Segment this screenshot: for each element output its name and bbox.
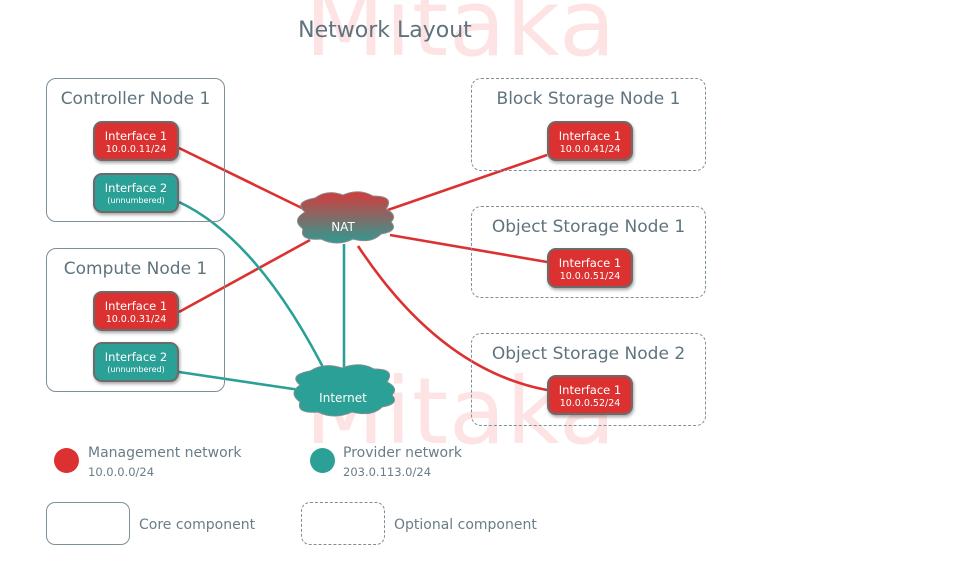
node-title: Object Storage Node 1 — [491, 217, 686, 237]
interface-name: Interface 1 — [104, 129, 168, 143]
object-storage-1-interface-1: Interface 1 10.0.0.51/24 — [547, 248, 633, 288]
controller-interface-1: Interface 1 10.0.0.11/24 — [93, 121, 179, 161]
network-layout-diagram: Mitaka Mitaka Network Layout NAT Interne… — [0, 0, 957, 562]
provider-network-swatch — [310, 448, 335, 473]
compute-interface-1: Interface 1 10.0.0.31/24 — [93, 291, 179, 331]
legend-core-label: Core component — [139, 517, 256, 533]
internet-label: Internet — [319, 391, 367, 405]
legend-provider-subnet: 203.0.113.0/24 — [343, 465, 432, 479]
nat-label: NAT — [331, 220, 355, 234]
interface-address: 10.0.0.52/24 — [559, 398, 621, 409]
block-storage-interface-1: Interface 1 10.0.0.41/24 — [547, 121, 633, 161]
object-storage-2-interface-1: Interface 1 10.0.0.52/24 — [547, 375, 633, 415]
legend-optional-label: Optional component — [394, 517, 537, 533]
legend-management-label: Management network — [88, 445, 242, 461]
interface-name: Interface 2 — [104, 181, 168, 195]
controller-interface-2: Interface 2 (unnumbered) — [93, 173, 179, 213]
interface-address: (unnumbered) — [107, 196, 165, 205]
interface-name: Interface 1 — [558, 129, 622, 143]
interface-name: Interface 1 — [558, 256, 622, 270]
interface-name: Interface 1 — [104, 299, 168, 313]
core-component-swatch — [46, 502, 130, 545]
interface-address: 10.0.0.31/24 — [105, 314, 167, 325]
interface-address: 10.0.0.41/24 — [559, 144, 621, 155]
interface-address: (unnumbered) — [107, 365, 165, 374]
management-network-swatch — [54, 448, 79, 473]
node-title: Controller Node 1 — [60, 89, 211, 109]
nat-cloud — [297, 191, 395, 244]
optional-component-swatch — [301, 502, 385, 545]
legend-provider-label: Provider network — [343, 445, 462, 461]
compute-interface-2: Interface 2 (unnumbered) — [93, 342, 179, 382]
interface-address: 10.0.0.11/24 — [105, 144, 167, 155]
interface-address: 10.0.0.51/24 — [559, 271, 621, 282]
legend-management-subnet: 10.0.0.0/24 — [88, 465, 155, 479]
node-title: Block Storage Node 1 — [496, 89, 681, 109]
interface-name: Interface 1 — [558, 383, 622, 397]
node-title: Compute Node 1 — [63, 259, 208, 279]
node-title: Object Storage Node 2 — [491, 344, 686, 364]
interface-name: Interface 2 — [104, 350, 168, 364]
